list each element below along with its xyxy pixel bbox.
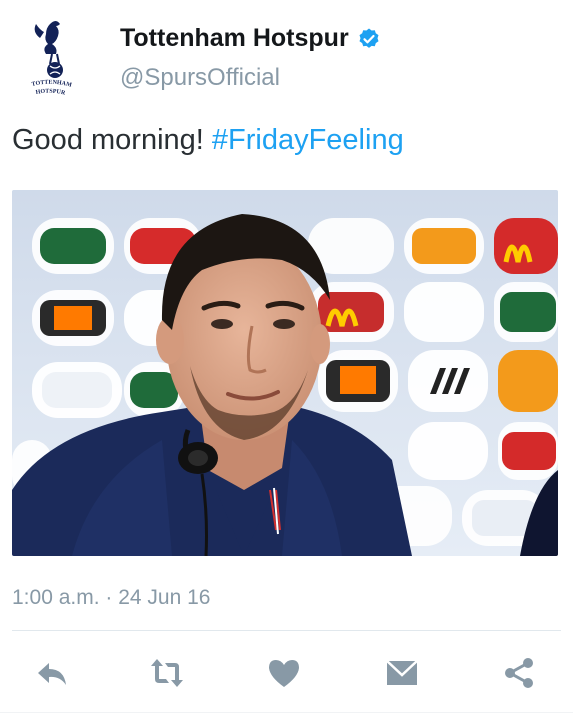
- message-button[interactable]: [380, 651, 424, 695]
- svg-text:HOTSPUR: HOTSPUR: [35, 89, 66, 97]
- bottom-rule: [0, 712, 573, 713]
- author-handle[interactable]: @SpursOfficial: [120, 64, 280, 92]
- reply-button[interactable]: [30, 651, 74, 695]
- tweet-card: TOTTENHAM HOTSPUR Tottenham Hotspur @Spu…: [0, 0, 573, 720]
- tweet-photo[interactable]: [12, 190, 558, 556]
- retweet-icon: [151, 659, 183, 687]
- hashtag-link[interactable]: #FridayFeeling: [212, 124, 404, 156]
- crest-text: TOTTENHAM: [31, 80, 72, 89]
- like-button[interactable]: [262, 651, 306, 695]
- tweet-actions: [0, 645, 573, 701]
- spurs-crest-icon: TOTTENHAM HOTSPUR: [31, 21, 73, 97]
- share-icon: [505, 658, 533, 688]
- press-conference-photo: [12, 190, 558, 556]
- like-icon: [269, 660, 299, 687]
- svg-text:TOTTENHAM: TOTTENHAM: [31, 80, 72, 89]
- verified-badge-icon: [359, 28, 379, 48]
- tweet-text: Good morning! #FridayFeeling: [12, 124, 404, 157]
- reply-icon: [38, 663, 66, 685]
- tweet-text-plain: Good morning!: [12, 124, 212, 156]
- display-name[interactable]: Tottenham Hotspur: [120, 24, 381, 53]
- share-button[interactable]: [497, 651, 541, 695]
- author-name[interactable]: Tottenham Hotspur: [120, 24, 349, 53]
- avatar[interactable]: TOTTENHAM HOTSPUR: [10, 10, 102, 102]
- message-icon: [386, 660, 418, 685]
- tweet-timestamp[interactable]: 1:00 a.m. · 24 Jun 16: [12, 586, 210, 610]
- crest-text-2: HOTSPUR: [35, 89, 66, 97]
- divider: [12, 630, 561, 631]
- retweet-button[interactable]: [145, 651, 189, 695]
